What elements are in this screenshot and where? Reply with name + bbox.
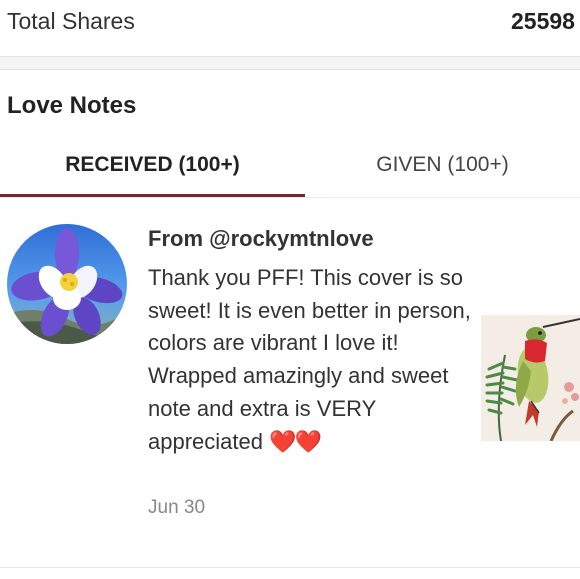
note-divider xyxy=(0,567,580,568)
total-shares-value: 25598 xyxy=(511,8,575,34)
tab-received-label: RECEIVED (100+) xyxy=(65,153,240,176)
note-sender[interactable]: From @rockymtnlove xyxy=(148,226,374,252)
heart-emoji: ❤️❤️ xyxy=(269,428,322,454)
sender-avatar[interactable] xyxy=(7,224,127,344)
note-date: Jun 30 xyxy=(148,497,206,518)
tab-given[interactable]: GIVEN (100+) xyxy=(305,150,580,196)
note-message: Thank you PFF! This cover is so sweet! I… xyxy=(148,262,478,458)
hummingbird-icon xyxy=(481,315,580,441)
columbine-flower-icon xyxy=(7,224,127,344)
love-notes-title: Love Notes xyxy=(7,92,137,119)
tabs-divider xyxy=(0,197,580,198)
note-message-text: Thank you PFF! This cover is so sweet! I… xyxy=(148,265,471,454)
section-separator xyxy=(0,57,580,70)
total-shares-label: Total Shares xyxy=(7,8,135,34)
listing-thumbnail[interactable] xyxy=(481,315,580,441)
total-shares-row: Total Shares 25598 xyxy=(0,0,580,57)
tab-given-label: GIVEN (100+) xyxy=(376,153,509,176)
tab-received[interactable]: RECEIVED (100+) xyxy=(0,150,305,196)
